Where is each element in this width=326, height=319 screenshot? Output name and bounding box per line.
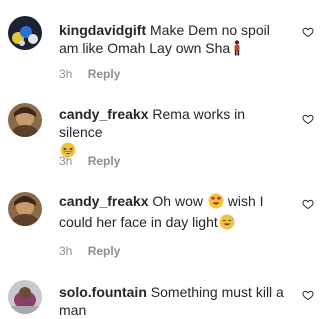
comment-item: candy_freakx Oh wow wish I could her fac… (0, 175, 326, 265)
comment-item: kingdavidgift Make Dem no spoil am like … (0, 0, 326, 85)
reply-button[interactable]: Reply (88, 67, 121, 81)
comment-username[interactable]: candy_freakx (59, 106, 149, 122)
heart-eyes-emoji (208, 193, 224, 213)
heart-outline-icon[interactable] (302, 113, 314, 125)
comment-text: Oh wow (152, 193, 203, 209)
comment-time: 3h (59, 244, 73, 258)
reply-button[interactable]: Reply (88, 244, 121, 258)
comment-username[interactable]: kingdavidgift (59, 22, 146, 38)
comment-meta: 3h Reply (59, 244, 120, 258)
comment-meta: 3h Reply (59, 67, 120, 81)
heart-outline-icon[interactable] (302, 289, 314, 301)
reply-button[interactable]: Reply (88, 154, 121, 168)
comment-username[interactable]: candy_freakx (59, 193, 149, 209)
comment-time: 3h (59, 154, 73, 168)
smiling-sweat-emoji (219, 214, 235, 234)
heart-outline-icon[interactable] (302, 198, 314, 210)
comment-item: candy_freakx Rema works in silence 3h Re… (0, 85, 326, 175)
avatar[interactable] (8, 16, 42, 50)
avatar[interactable] (8, 192, 42, 226)
person-standing-emoji (231, 40, 243, 60)
heart-outline-icon[interactable] (302, 26, 314, 38)
comment-body: candy_freakx Oh wow wish I could her fac… (59, 192, 289, 234)
avatar[interactable] (8, 280, 42, 314)
comment-body: kingdavidgift Make Dem no spoil am like … (59, 21, 289, 60)
comment-body: solo.fountain Something must kill a man (59, 283, 289, 319)
comment-meta: 3h Reply (59, 154, 120, 168)
comment-username[interactable]: solo.fountain (59, 284, 147, 300)
avatar[interactable] (8, 103, 42, 137)
comment-time: 3h (59, 67, 73, 81)
comment-item: solo.fountain Something must kill a man (0, 265, 326, 319)
